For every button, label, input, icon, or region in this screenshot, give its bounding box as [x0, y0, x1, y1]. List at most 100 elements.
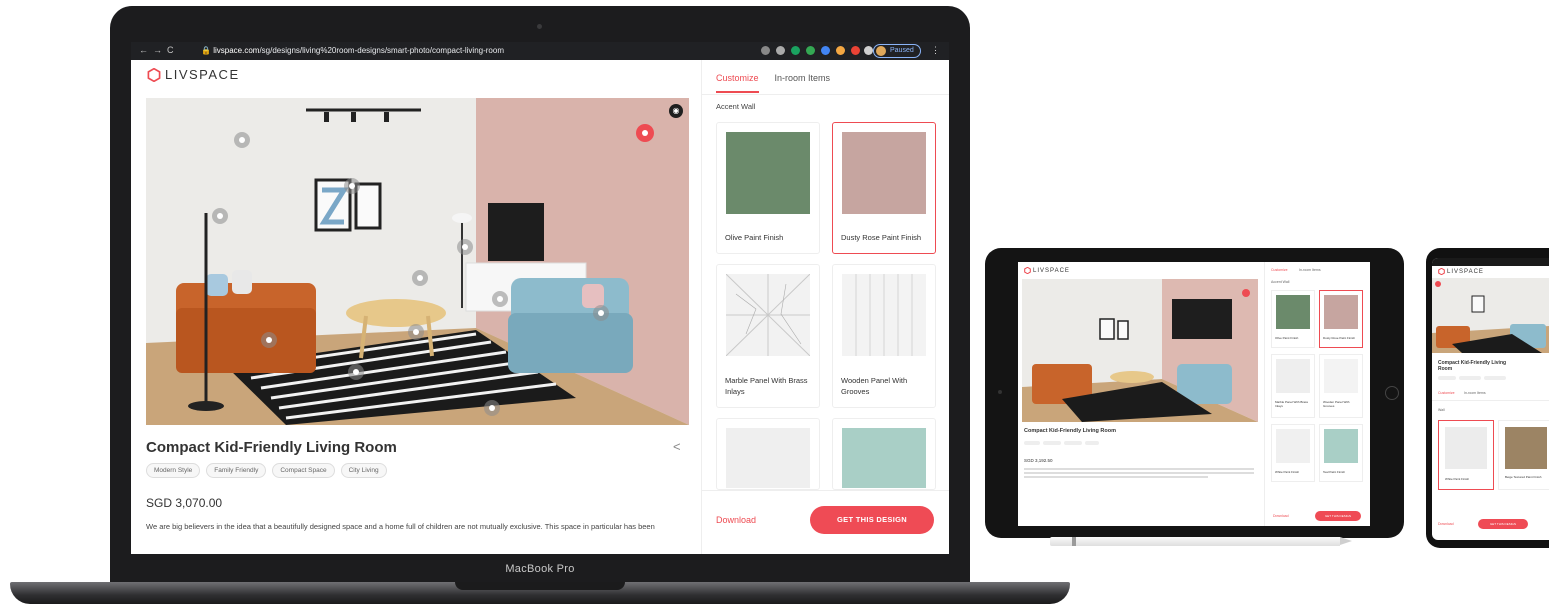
extension-icon[interactable] — [821, 46, 830, 55]
hotspot-marker[interactable] — [408, 324, 424, 340]
finish-card[interactable] — [832, 418, 936, 490]
brand-name: LIVSPACE — [1033, 267, 1070, 274]
browser-nav-icons[interactable]: ←→C — [139, 45, 179, 55]
project-price: SGD 3,192.50 — [1024, 458, 1053, 463]
hotspot-marker[interactable] — [348, 364, 364, 380]
tag-chip[interactable] — [1043, 441, 1061, 445]
tab-in-room-items[interactable]: In-room Items — [775, 73, 831, 93]
tag-chip[interactable] — [1459, 376, 1481, 380]
device-label: MacBook Pro — [505, 563, 575, 575]
tab-divider — [1432, 400, 1549, 401]
finish-card-selected[interactable]: Dusty Rose Paint Finish — [1319, 290, 1363, 348]
project-title: Compact Kid-Friendly Living Room — [146, 439, 397, 456]
download-link[interactable]: Download — [1273, 514, 1289, 518]
finish-name: White Paint Finish — [1445, 477, 1470, 481]
finish-name: Dusty Rose Paint Finish — [1323, 336, 1356, 340]
project-description: We are big believers in the idea that a … — [146, 522, 655, 531]
extension-icon[interactable] — [791, 46, 800, 55]
hotspot-marker[interactable] — [234, 132, 250, 148]
hotspot-marker[interactable] — [484, 400, 500, 416]
share-icon[interactable]: < — [673, 439, 681, 454]
hotspot-marker[interactable] — [412, 270, 428, 286]
tag-chip[interactable]: Family Friendly — [206, 463, 267, 478]
download-link[interactable]: Download — [1438, 522, 1454, 526]
tag-chip[interactable]: Modern Style — [146, 463, 201, 478]
tab-customize[interactable]: Customize — [716, 73, 759, 93]
finish-card[interactable]: Marble Panel With Brass Inlays — [716, 264, 820, 408]
download-link[interactable]: Download — [716, 515, 756, 525]
tag-chip[interactable]: City Living — [340, 463, 387, 478]
panel-tabs: Customize In-room Items — [716, 73, 830, 93]
finish-name: Wooden Panel With Grooves — [841, 376, 908, 396]
get-this-design-button[interactable]: GET THIS DESIGN — [1315, 511, 1361, 521]
finish-card[interactable]: White Paint Finish — [1271, 424, 1315, 482]
finish-name: Marble Panel With Brass Inlays — [725, 376, 808, 396]
tab-customize[interactable]: Customize — [1271, 268, 1288, 272]
finish-card[interactable]: Beige Textured Paint Finish — [1498, 420, 1549, 490]
hotspot-marker[interactable] — [344, 178, 360, 194]
finish-card-selected[interactable]: Dusty Rose Paint Finish — [832, 122, 936, 254]
url-path: /sg/designs/living%20room-designs/smart-… — [259, 46, 504, 55]
stylus — [1050, 537, 1352, 546]
laptop-notch — [455, 582, 625, 590]
swatch-dusty-rose — [842, 132, 926, 214]
swatch-wooden-grooves — [842, 274, 926, 356]
brand-logo[interactable]: LIVSPACE — [1438, 268, 1484, 275]
hotspot-marker-active[interactable] — [636, 124, 654, 142]
hotspot-marker[interactable] — [212, 208, 228, 224]
brand-logo[interactable]: LIVSPACE — [1024, 267, 1070, 274]
tag-chip[interactable] — [1085, 441, 1099, 445]
style-tags — [1438, 376, 1506, 380]
tag-chip[interactable] — [1438, 376, 1456, 380]
tab-in-room-items[interactable]: In-room Items — [1299, 268, 1321, 272]
finish-card[interactable] — [716, 418, 820, 490]
url-domain: livspace.com — [213, 46, 260, 55]
extension-icon[interactable] — [851, 46, 860, 55]
tablet-screen: LIVSPACE Compact Kid-Friendly Living Roo… — [1018, 262, 1370, 526]
camera — [537, 24, 542, 29]
project-title: Compact Kid-Friendly Living Room — [1024, 428, 1116, 434]
tab-divider — [702, 94, 949, 95]
room-render-image[interactable]: ◉ — [146, 98, 689, 425]
star-icon[interactable] — [776, 46, 785, 55]
get-this-design-button[interactable]: GET THIS DESIGN — [1478, 519, 1528, 529]
hotspot-marker[interactable] — [593, 305, 609, 321]
tag-chip[interactable] — [1484, 376, 1506, 380]
room-render-image[interactable] — [1432, 278, 1549, 353]
hotspot-marker[interactable] — [457, 239, 473, 255]
finish-card[interactable]: Wooden Panel With Grooves — [832, 264, 936, 408]
home-button[interactable] — [1385, 386, 1399, 400]
tag-chip[interactable] — [1064, 441, 1082, 445]
hotspot-marker[interactable] — [492, 291, 508, 307]
finish-card[interactable]: Olive Paint Finish — [716, 122, 820, 254]
finish-card-selected[interactable]: White Paint Finish — [1438, 420, 1494, 490]
finish-card[interactable]: Marble Panel With Brass Inlays — [1271, 354, 1315, 418]
finish-card[interactable]: Olive Paint Finish — [1271, 290, 1315, 348]
hotspot-marker[interactable] — [261, 332, 277, 348]
customize-panel: Customize In-room Items Accent Wall Oliv… — [701, 60, 949, 554]
profile-button[interactable]: Paused — [873, 44, 921, 58]
profile-status: Paused — [890, 47, 914, 54]
finish-card[interactable]: Teal Paint Finish — [1319, 424, 1363, 482]
extension-icon[interactable] — [836, 46, 845, 55]
tag-chip[interactable]: Compact Space — [272, 463, 335, 478]
extension-icon[interactable] — [761, 46, 770, 55]
swatch-marble — [726, 274, 810, 356]
puzzle-icon[interactable] — [864, 46, 873, 55]
brand-logo[interactable]: LIVSPACE — [147, 67, 240, 82]
extension-icon[interactable] — [806, 46, 815, 55]
tab-in-room-items[interactable]: In-room Items — [1464, 391, 1486, 395]
finish-name: White Paint Finish — [1275, 470, 1300, 474]
address-bar[interactable]: 🔒 livspace.com/sg/designs/living%20room-… — [201, 46, 504, 55]
eye-icon[interactable]: ◉ — [669, 104, 683, 118]
get-this-design-button[interactable]: GET THIS DESIGN — [810, 506, 934, 534]
finish-card[interactable]: Wooden Panel With Grooves — [1319, 354, 1363, 418]
tag-chip[interactable] — [1024, 441, 1040, 445]
livspace-logo-icon — [1438, 268, 1445, 275]
swatch-white — [726, 428, 810, 488]
room-render-image[interactable] — [1022, 279, 1258, 422]
tab-customize[interactable]: Customize — [1438, 391, 1455, 395]
kebab-menu-icon[interactable]: ⋮ — [931, 45, 940, 56]
swatch-olive — [726, 132, 810, 214]
camera — [998, 390, 1002, 394]
